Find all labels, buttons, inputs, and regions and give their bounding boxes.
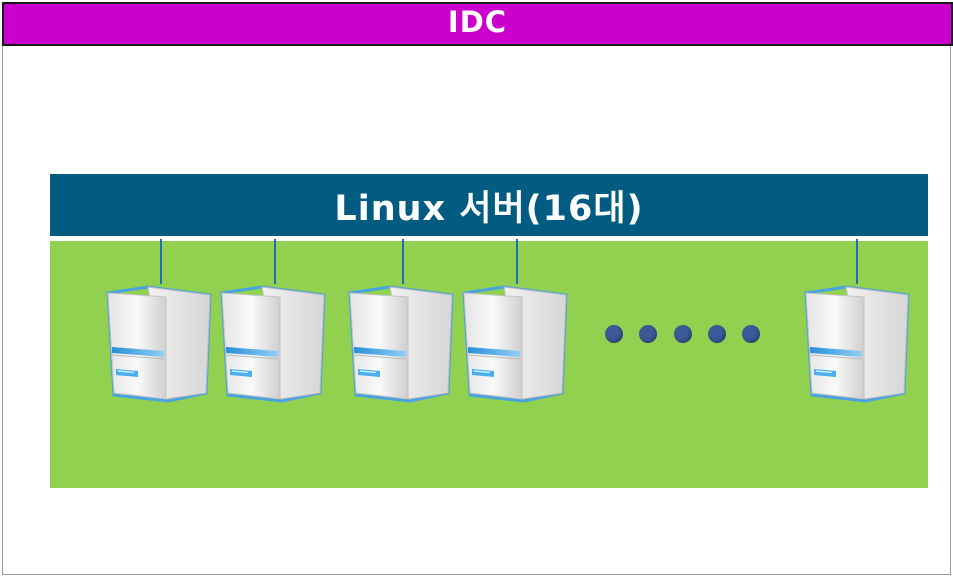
idc-header: IDC bbox=[2, 2, 953, 46]
server-icon bbox=[104, 285, 214, 403]
dot bbox=[639, 325, 658, 343]
server-icon bbox=[346, 285, 456, 403]
connector-line bbox=[160, 239, 162, 284]
ellipsis-dots-icon bbox=[605, 322, 760, 346]
server-icon bbox=[802, 285, 912, 403]
dot bbox=[707, 325, 726, 343]
server-icon bbox=[218, 285, 328, 403]
connector-line bbox=[274, 239, 276, 284]
connector-line bbox=[856, 239, 858, 284]
dot bbox=[605, 325, 623, 343]
server-group-title: Linux 서버(16대) bbox=[334, 188, 644, 229]
dot bbox=[673, 325, 692, 343]
server-icon bbox=[460, 285, 570, 403]
connector-line bbox=[516, 239, 518, 284]
connector-line bbox=[402, 239, 404, 284]
server-group-header: Linux 서버(16대) bbox=[50, 174, 928, 236]
dot bbox=[742, 325, 760, 343]
idc-title: IDC bbox=[447, 5, 508, 39]
